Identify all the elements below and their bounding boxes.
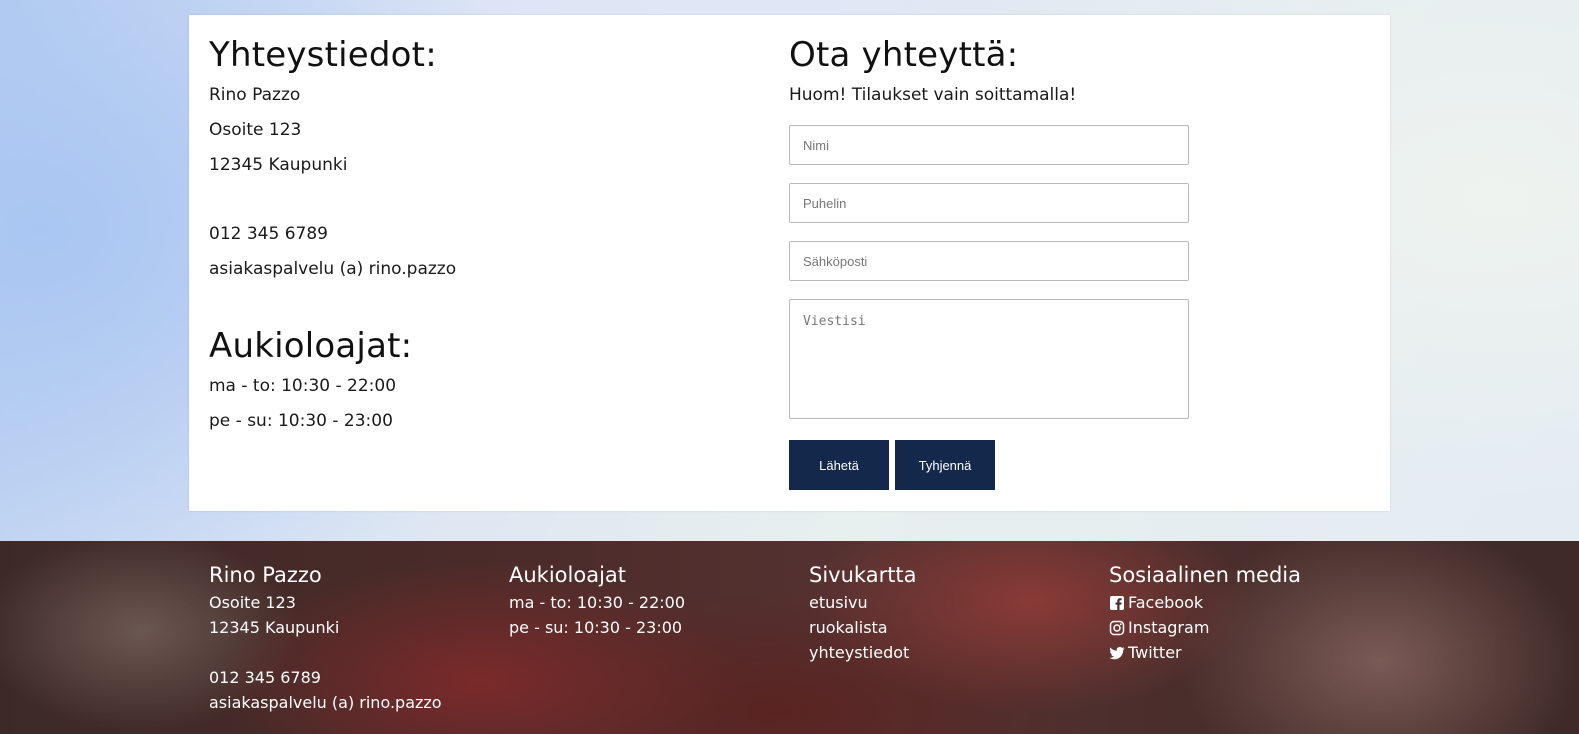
footer-hours-heading: Aukioloajat <box>509 563 627 587</box>
name-placeholder: Nimi <box>803 137 829 153</box>
footer-company: Rino Pazzo Osoite 123 12345 Kaupunki 012… <box>209 563 442 715</box>
facebook-label: Facebook <box>1128 593 1204 612</box>
footer-social: Sosiaalinen media Facebook Instagram Twi… <box>1109 563 1301 665</box>
twitter-icon <box>1109 646 1125 659</box>
sitemap-link-etusivu[interactable]: etusivu <box>809 590 917 615</box>
contact-name: Rino Pazzo <box>209 85 301 105</box>
facebook-icon <box>1110 595 1124 610</box>
hours-weekdays: ma - to: 10:30 - 22:00 <box>209 376 397 396</box>
footer-phone: 012 345 6789 <box>209 668 321 687</box>
email-placeholder: Sähköposti <box>803 253 868 269</box>
footer-hours: Aukioloajat ma - to: 10:30 - 22:00 pe - … <box>509 563 685 640</box>
instagram-label: Instagram <box>1128 618 1210 637</box>
footer-hours-weekdays: ma - to: 10:30 - 22:00 <box>509 593 686 612</box>
contact-city: 12345 Kaupunki <box>209 155 348 175</box>
instagram-icon <box>1109 620 1125 635</box>
phone-input[interactable]: Puhelin <box>789 183 1189 223</box>
hours-weekend: pe - su: 10:30 - 23:00 <box>209 411 393 431</box>
form-heading: Ota yhteyttä: <box>789 35 1019 75</box>
contact-heading: Yhteystiedot: <box>209 35 437 75</box>
footer-sitemap: Sivukartta etusivu ruokalista yhteystied… <box>809 563 917 665</box>
contact-email: asiakaspalvelu (a) rino.pazzo <box>209 259 457 279</box>
hours-heading: Aukioloajat: <box>209 326 413 366</box>
footer-address: Osoite 123 <box>209 593 296 612</box>
facebook-link[interactable]: Facebook <box>1109 590 1301 615</box>
submit-button[interactable]: Lähetä <box>789 440 889 490</box>
contact-card: Yhteystiedot: Rino Pazzo Osoite 123 1234… <box>189 15 1390 511</box>
twitter-label: Twitter <box>1128 643 1182 662</box>
twitter-link[interactable]: Twitter <box>1109 640 1301 665</box>
message-textarea[interactable]: Viestisi <box>789 299 1189 419</box>
instagram-link[interactable]: Instagram <box>1109 615 1301 640</box>
footer: Rino Pazzo Osoite 123 12345 Kaupunki 012… <box>0 541 1579 734</box>
footer-spacer <box>209 640 442 665</box>
footer-email: asiakaspalvelu (a) rino.pazzo <box>209 693 442 712</box>
contact-address: Osoite 123 <box>209 120 302 140</box>
footer-social-heading: Sosiaalinen media <box>1109 563 1301 587</box>
sitemap-link-yhteystiedot[interactable]: yhteystiedot <box>809 640 917 665</box>
name-input[interactable]: Nimi <box>789 125 1189 165</box>
order-notice: Huom! Tilaukset vain soittamalla! <box>789 85 1077 105</box>
contact-phone: 012 345 6789 <box>209 224 328 244</box>
email-input[interactable]: Sähköposti <box>789 241 1189 281</box>
message-placeholder: Viestisi <box>803 314 866 329</box>
reset-button[interactable]: Tyhjennä <box>895 440 995 490</box>
footer-company-heading: Rino Pazzo <box>209 563 322 587</box>
sitemap-link-ruokalista[interactable]: ruokalista <box>809 615 917 640</box>
footer-sitemap-heading: Sivukartta <box>809 563 917 587</box>
footer-city: 12345 Kaupunki <box>209 618 340 637</box>
phone-placeholder: Puhelin <box>803 195 847 211</box>
footer-hours-weekend: pe - su: 10:30 - 23:00 <box>509 618 683 637</box>
